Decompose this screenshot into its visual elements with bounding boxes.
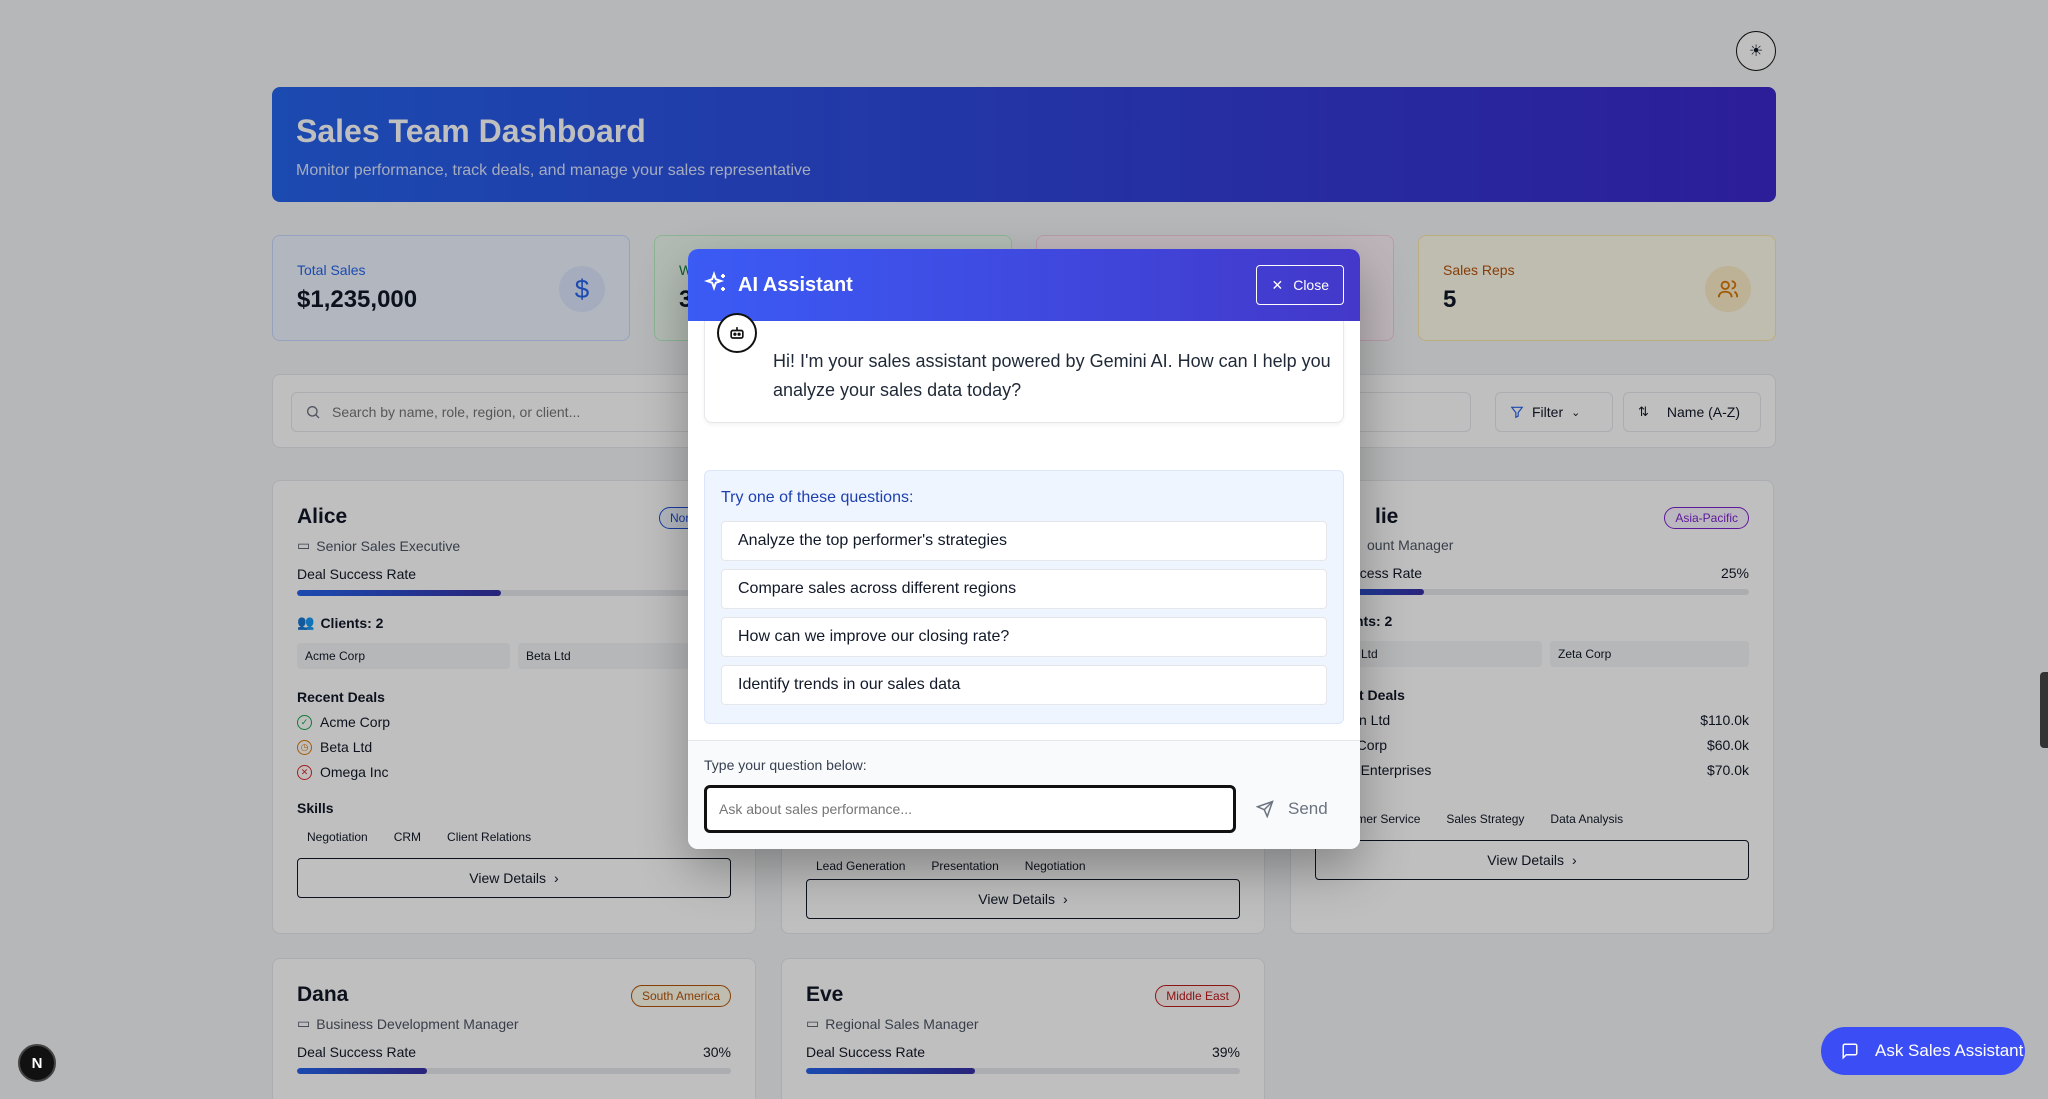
close-icon: ✕ — [1271, 276, 1284, 293]
assistant-message: Hi! I'm your sales assistant powered by … — [704, 313, 1344, 423]
dashboard-page: ☀ Sales Team Dashboard Monitor performan… — [0, 0, 2048, 1099]
close-button[interactable]: ✕ Close — [1256, 265, 1344, 305]
message-icon — [1842, 1043, 1858, 1060]
close-label: Close — [1293, 277, 1329, 293]
suggestion-button[interactable]: Compare sales across different regions — [721, 569, 1327, 609]
nextjs-badge[interactable]: N — [18, 1044, 56, 1082]
chat-input[interactable] — [704, 785, 1236, 833]
suggestion-button[interactable]: Analyze the top performer's strategies — [721, 521, 1327, 561]
input-label: Type your question below: — [704, 757, 867, 773]
modal-header: AI Assistant ✕ Close — [688, 249, 1360, 321]
modal-title: AI Assistant — [738, 273, 853, 296]
suggestion-button[interactable]: How can we improve our closing rate? — [721, 617, 1327, 657]
send-label: Send — [1288, 799, 1328, 818]
suggestions-panel: Try one of these questions: Analyze the … — [704, 470, 1344, 724]
ai-assistant-modal: AI Assistant ✕ Close Hi! I'm your sales … — [688, 249, 1360, 849]
ask-sales-assistant-button[interactable]: Ask Sales Assistant — [1821, 1027, 2025, 1075]
bot-icon — [717, 313, 757, 353]
send-icon — [1256, 800, 1274, 818]
send-button[interactable]: Send — [1256, 785, 1328, 833]
badge-letter: N — [31, 1054, 43, 1072]
ask-label: Ask Sales Assistant — [1875, 1041, 2024, 1060]
sparkles-icon — [703, 270, 728, 300]
chat-input-area: Type your question below: Send — [688, 740, 1360, 849]
scrollbar-handle[interactable] — [2040, 672, 2048, 748]
suggestion-button[interactable]: Identify trends in our sales data — [721, 665, 1327, 705]
suggestions-heading: Try one of these questions: — [721, 489, 914, 506]
assistant-greeting: Hi! I'm your sales assistant powered by … — [773, 351, 1331, 400]
